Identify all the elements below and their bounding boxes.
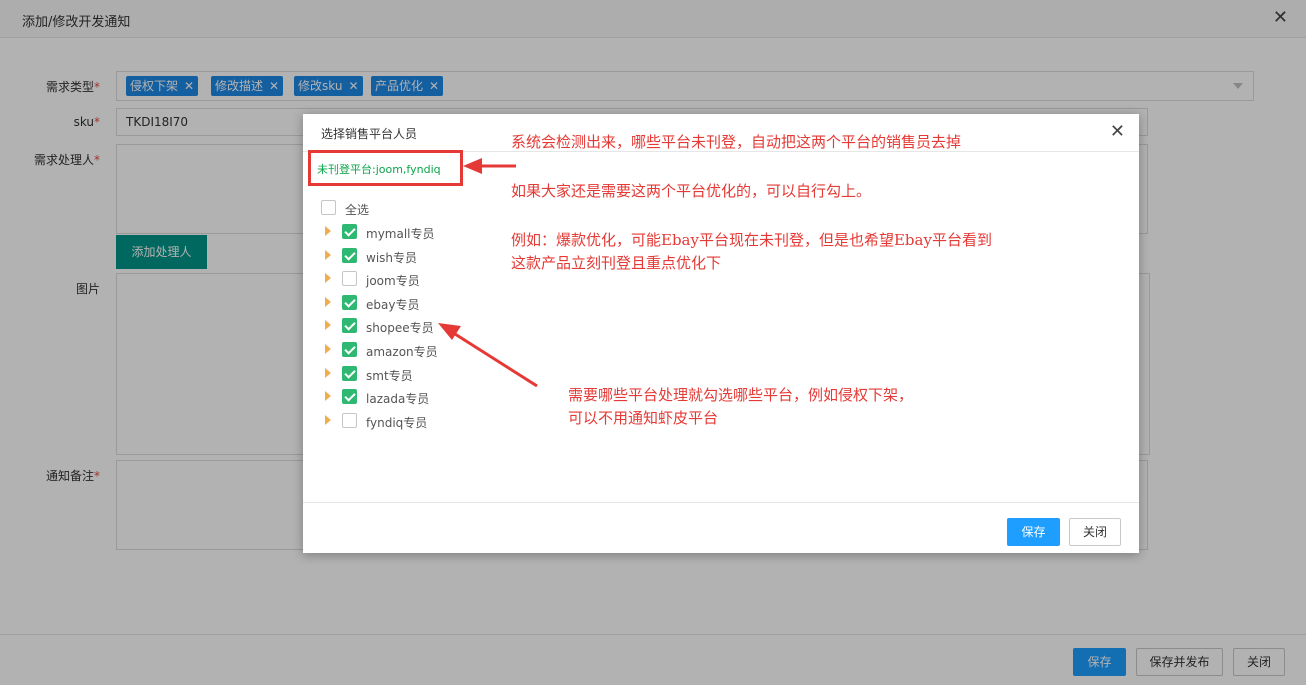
platform-checkbox[interactable] bbox=[342, 318, 357, 334]
platform-label: mymall专员 bbox=[366, 227, 435, 241]
select-all-checkbox[interactable] bbox=[321, 200, 336, 215]
unlisted-platform-text: 未刊登平台:joom,fyndiq bbox=[317, 163, 441, 176]
annotation-select-platforms-line1: 需要哪些平台处理就勾选哪些平台，例如侵权下架， bbox=[568, 386, 914, 404]
annotation-select-platforms-line2: 可以不用通知虾皮平台 bbox=[568, 409, 719, 427]
platform-checkbox[interactable] bbox=[342, 342, 357, 357]
platform-checkbox[interactable] bbox=[342, 247, 357, 263]
expand-arrow-icon[interactable] bbox=[325, 273, 331, 284]
annotation-can-recheck: 如果大家还是需要这两个平台优化的，可以自行勾上。 bbox=[511, 182, 872, 200]
platform-label: lazada专员 bbox=[366, 392, 430, 407]
platform-checkbox[interactable] bbox=[342, 365, 357, 381]
annotation-auto-remove: 系统会检测出来，哪些平台未刊登，自动把这两个平台的销售员去掉 bbox=[511, 133, 962, 151]
expand-arrow-icon[interactable] bbox=[325, 320, 331, 331]
modal-save-button[interactable]: 保存 bbox=[1007, 518, 1060, 546]
platform-label: fyndiq专员 bbox=[366, 415, 428, 430]
annotation-example-line1: 例如：爆款优化，可能Ebay平台现在未刊登，但是也希望Ebay平台看到 bbox=[511, 231, 992, 249]
modal-footer: 保存 关闭 bbox=[303, 502, 1139, 553]
expand-arrow-icon[interactable] bbox=[325, 344, 331, 354]
platform-label: joom专员 bbox=[366, 274, 420, 289]
select-all-label: 全选 bbox=[345, 203, 370, 217]
modal-close-button[interactable]: 关闭 bbox=[1069, 518, 1121, 546]
expand-arrow-icon[interactable] bbox=[325, 249, 331, 260]
platform-checkbox[interactable] bbox=[342, 389, 357, 405]
expand-arrow-icon[interactable] bbox=[325, 367, 331, 378]
expand-arrow-icon[interactable] bbox=[325, 226, 331, 236]
annotation-example-line2: 这款产品立刻刊登且重点优化下 bbox=[511, 254, 722, 272]
expand-arrow-icon[interactable] bbox=[325, 296, 331, 307]
modal-title: 选择销售平台人员 bbox=[321, 127, 418, 141]
expand-arrow-icon[interactable] bbox=[325, 391, 331, 402]
platform-label: wish专员 bbox=[366, 250, 418, 265]
platform-checkbox[interactable] bbox=[342, 294, 357, 310]
platform-checkbox[interactable] bbox=[342, 224, 357, 239]
expand-arrow-icon[interactable] bbox=[325, 414, 331, 425]
platform-checkbox[interactable] bbox=[342, 271, 357, 287]
platform-label: ebay专员 bbox=[366, 297, 420, 312]
platform-label: amazon专员 bbox=[366, 345, 438, 359]
modal-close-icon[interactable]: ✕ bbox=[1110, 123, 1125, 141]
platform-label: shopee专员 bbox=[366, 321, 434, 336]
unlisted-platform-notice: 未刊登平台:joom,fyndiq bbox=[308, 150, 463, 186]
platform-label: smt专员 bbox=[366, 368, 413, 383]
platform-checkbox[interactable] bbox=[342, 412, 357, 428]
